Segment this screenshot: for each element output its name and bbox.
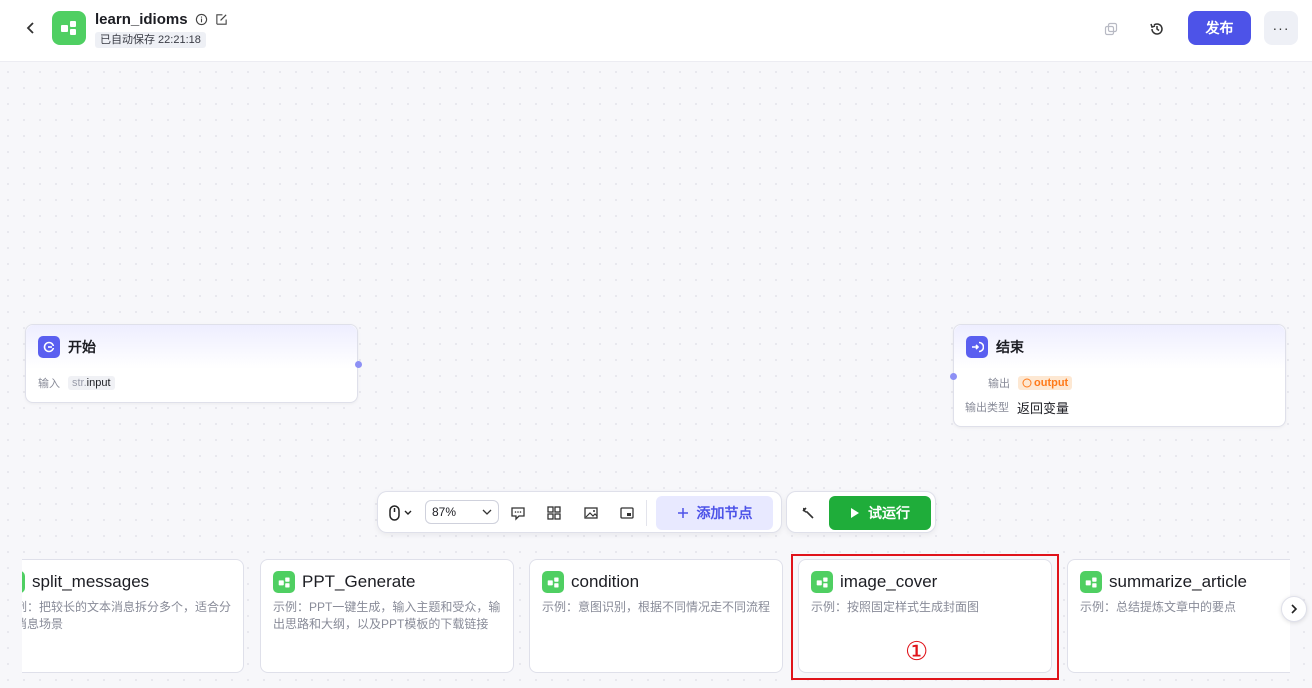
- output-variable-tag: output: [1018, 376, 1073, 390]
- card-title: split_messages: [32, 572, 150, 591]
- copy-icon[interactable]: [1100, 18, 1122, 40]
- auto-layout-icon[interactable]: [545, 504, 563, 522]
- template-card-condition[interactable]: condition 示例：意图识别，根据不同情况走不同流程: [529, 559, 783, 673]
- info-icon[interactable]: [194, 12, 208, 26]
- workflow-icon: [542, 571, 564, 593]
- plus-icon: [677, 508, 688, 518]
- end-node[interactable]: 结束 输出 output 输出类型 返回变量: [953, 324, 1286, 427]
- card-description: 示例：把较长的文本消息拆分多个，适合分发消息场景: [22, 600, 232, 631]
- publish-button[interactable]: 发布: [1188, 11, 1251, 45]
- end-node-title: 结束: [996, 339, 1024, 355]
- card-title: PPT_Generate: [302, 572, 416, 591]
- workflow-icon: [22, 571, 25, 593]
- template-card-ppt-generate[interactable]: PPT_Generate 示例：PPT一键生成，输入主题和受众，输出思路和大纲，…: [260, 559, 514, 673]
- zoom-select[interactable]: 87%: [425, 500, 499, 524]
- input-label: 输入: [38, 378, 60, 390]
- end-node-icon: [966, 336, 988, 358]
- card-title: summarize_article: [1109, 572, 1247, 591]
- card-description: 示例：PPT一键生成，输入主题和受众，输出思路和大纲，以及PPT模板的下载链接: [273, 600, 501, 631]
- start-node[interactable]: 开始 输入 str.input: [25, 324, 358, 403]
- history-icon[interactable]: [1146, 18, 1168, 40]
- interaction-mode-dropdown[interactable]: [388, 504, 416, 522]
- top-header: learn_idioms 已自动保存 22:21:18 发布 ···: [0, 0, 1312, 62]
- output-type-label: 输出类型: [965, 402, 1009, 414]
- start-node-output-port[interactable]: [355, 361, 362, 368]
- more-options-button[interactable]: ···: [1264, 11, 1298, 45]
- workflow-title: learn_idioms: [95, 11, 188, 28]
- image-icon[interactable]: [582, 504, 600, 522]
- card-title: condition: [571, 572, 640, 591]
- comment-icon[interactable]: [509, 504, 527, 522]
- canvas-toolbar: 87% 添加节点: [377, 491, 782, 533]
- scroll-right-button[interactable]: [1281, 596, 1307, 622]
- start-node-title: 开始: [68, 339, 96, 355]
- workflow-app-icon: [52, 11, 86, 45]
- template-card-strip: split_messages 示例：把较长的文本消息拆分多个，适合分发消息场景 …: [22, 558, 1290, 676]
- end-node-input-port[interactable]: [950, 373, 957, 380]
- play-icon: [851, 508, 859, 518]
- input-variable-tag: str.input: [68, 376, 115, 390]
- output-type-value: 返回变量: [1017, 400, 1070, 416]
- run-toolbar: 试运行: [786, 491, 936, 533]
- autosave-status: 已自动保存 22:21:18: [95, 32, 206, 48]
- minimap-icon[interactable]: [618, 504, 636, 522]
- template-card-split-messages[interactable]: split_messages 示例：把较长的文本消息拆分多个，适合分发消息场景: [22, 559, 244, 673]
- start-node-icon: [38, 336, 60, 358]
- output-label: 输出: [988, 378, 1010, 390]
- card-description: 示例：总结提炼文章中的要点: [1080, 600, 1237, 614]
- edit-icon[interactable]: [214, 12, 228, 26]
- template-card-summarize-article[interactable]: summarize_article 示例：总结提炼文章中的要点: [1067, 559, 1290, 673]
- chevron-right-icon: [1291, 604, 1298, 614]
- add-node-button[interactable]: 添加节点: [656, 496, 773, 530]
- wrench-icon[interactable]: [799, 504, 817, 522]
- zoom-value: 87%: [432, 505, 457, 519]
- workflow-icon: [273, 571, 295, 593]
- chevron-down-icon: [482, 509, 492, 515]
- trial-run-button[interactable]: 试运行: [829, 496, 931, 530]
- step-annotation: ①: [905, 636, 929, 666]
- warning-icon: [1022, 378, 1032, 388]
- workflow-icon: [1080, 571, 1102, 593]
- card-description: 示例：意图识别，根据不同情况走不同流程: [542, 600, 771, 614]
- back-arrow-icon[interactable]: [22, 18, 40, 38]
